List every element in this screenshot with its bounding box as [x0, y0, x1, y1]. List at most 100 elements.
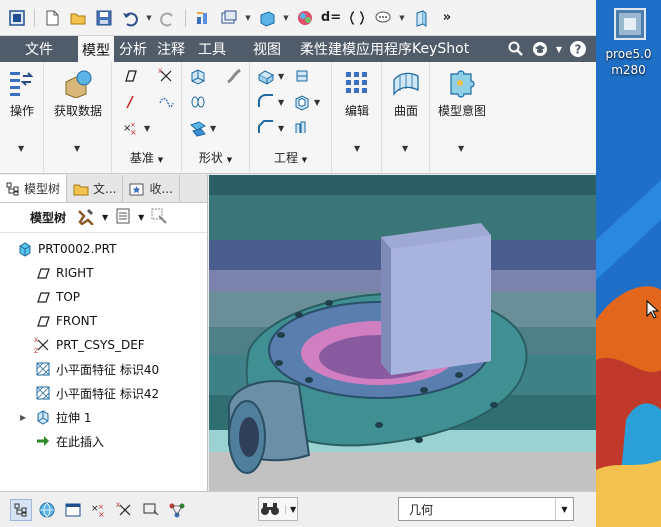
plane-icon[interactable] — [120, 66, 140, 86]
window-icon[interactable] — [6, 7, 28, 29]
engineering-group-label[interactable]: 工程 ▼ — [250, 149, 331, 166]
regenerate-icon[interactable] — [192, 7, 214, 29]
chevron-down-icon[interactable]: ▼ — [555, 498, 573, 520]
tree-node-csys[interactable]: XZ PRT_CSYS_DEF — [0, 333, 207, 357]
model-tree-toggle-icon[interactable] — [10, 498, 32, 521]
chevron-down-icon[interactable]: ▼ — [398, 7, 406, 29]
round-icon[interactable] — [256, 92, 276, 112]
chevron-down-icon[interactable]: ▼ — [278, 98, 284, 107]
chevron-down-icon[interactable]: ▼ — [314, 98, 320, 107]
svg-text:X: X — [158, 68, 162, 75]
rib-icon[interactable] — [292, 118, 312, 138]
undo-icon[interactable] — [119, 7, 141, 29]
blend-icon[interactable] — [188, 118, 208, 138]
chevron-down-icon[interactable]: ▼ — [278, 124, 284, 133]
revolve-icon[interactable] — [188, 92, 208, 112]
expand-arrow-icon[interactable]: ▶ — [20, 413, 26, 422]
chevron-down-icon[interactable]: ▼ — [554, 39, 564, 59]
tab-annotate[interactable]: 注释 — [152, 36, 190, 62]
find-button[interactable]: ▼ — [258, 497, 298, 521]
tree-node-part[interactable]: PRT0002.PRT — [0, 237, 207, 261]
axis-icon[interactable] — [120, 92, 140, 112]
relations-icon[interactable]: d= — [320, 7, 342, 29]
csys-icon[interactable]: X — [156, 66, 176, 86]
sweep-icon[interactable] — [224, 66, 244, 86]
tab-keyshot[interactable]: KeyShot — [412, 36, 469, 62]
tree-node-front[interactable]: FRONT — [0, 309, 207, 333]
surfaces-button[interactable]: 曲面 — [388, 68, 424, 119]
chevron-down-icon[interactable]: ▼ — [210, 124, 216, 133]
chevron-down-icon[interactable]: ▼ — [102, 213, 108, 222]
graduation-cap-icon[interactable] — [530, 39, 550, 59]
selection-filter-select[interactable]: 几何 ▼ — [398, 497, 574, 521]
shapes-group-label[interactable]: 形状 ▼ — [182, 149, 249, 166]
proe-shortcut-label[interactable]: proe5.0 m280 — [596, 46, 661, 78]
model-intent-button[interactable]: 模型意图 — [434, 68, 490, 119]
tab-flexible-modeling[interactable]: 柔性建模 — [286, 36, 356, 62]
parameters-icon[interactable] — [346, 7, 368, 29]
chevron-down-icon[interactable]: ▼ — [18, 144, 24, 153]
proe-shortcut-icon[interactable] — [614, 8, 646, 40]
tab-analysis[interactable]: 分析 — [114, 36, 152, 62]
edit-button[interactable]: 编辑 — [340, 68, 374, 119]
tree-node-facet-42[interactable]: 小平面特征 标识42 — [0, 381, 207, 405]
tree-node-extrude[interactable]: ▶ 拉伸 1 — [0, 405, 207, 429]
draft-icon[interactable] — [292, 66, 312, 86]
more-tools-icon[interactable]: » — [436, 7, 458, 29]
menu-bar: 文件 模型 分析 注释 工具 视图 柔性建模 应用程序 KeyShot ▼ ? — [0, 36, 596, 62]
chevron-down-icon[interactable]: ▼ — [74, 144, 80, 153]
tree-node-insert-here[interactable]: 在此插入 — [0, 429, 207, 453]
full-screen-icon[interactable] — [62, 499, 84, 521]
new-file-icon[interactable] — [41, 7, 63, 29]
tab-tools[interactable]: 工具 — [190, 36, 231, 62]
view-orientation-icon[interactable] — [256, 7, 278, 29]
tab-folder-browser[interactable]: 文... — [67, 175, 124, 202]
filter-tree-icon[interactable] — [150, 207, 168, 228]
tab-model-tree[interactable]: 模型树 — [0, 175, 68, 202]
redo-icon[interactable] — [157, 7, 179, 29]
tab-applications[interactable]: 应用程序 — [356, 36, 412, 62]
settings-tools-icon[interactable] — [76, 207, 96, 228]
tab-file[interactable]: 文件 — [0, 36, 78, 62]
tree-node-top[interactable]: TOP — [0, 285, 207, 309]
chamfer-icon[interactable] — [256, 118, 276, 138]
tab-favorites[interactable]: 收... — [123, 175, 180, 202]
chevron-down-icon[interactable]: ▼ — [145, 7, 153, 29]
chevron-down-icon[interactable]: ▼ — [144, 124, 150, 133]
chevron-down-icon[interactable]: ▼ — [278, 72, 284, 81]
chevron-down-icon[interactable]: ▼ — [354, 144, 360, 153]
tree-node-right[interactable]: RIGHT — [0, 261, 207, 285]
csys-display-icon[interactable]: X — [114, 499, 136, 521]
chevron-down-icon[interactable]: ▼ — [282, 7, 290, 29]
extrude-icon[interactable] — [188, 66, 208, 86]
appearance-icon[interactable] — [294, 7, 316, 29]
windows-icon[interactable] — [218, 7, 240, 29]
datum-group-label[interactable]: 基准 ▼ — [112, 149, 181, 166]
search-icon[interactable] — [506, 39, 526, 59]
network-icon[interactable] — [166, 499, 188, 521]
chevron-down-icon[interactable]: ▼ — [402, 144, 408, 153]
chevron-down-icon[interactable]: ▼ — [285, 504, 296, 514]
get-data-button[interactable]: 获取数据 — [54, 68, 102, 119]
point-icon[interactable]: × × × — [120, 118, 140, 138]
tree-node-facet-40[interactable]: 小平面特征 标识40 — [0, 357, 207, 381]
save-icon[interactable] — [93, 7, 115, 29]
shell-icon[interactable] — [292, 92, 312, 112]
tab-view[interactable]: 视图 — [231, 36, 286, 62]
box-icon[interactable] — [410, 7, 432, 29]
show-list-icon[interactable] — [114, 207, 132, 228]
open-folder-icon[interactable] — [67, 7, 89, 29]
tab-model[interactable]: 模型 — [78, 36, 114, 62]
chevron-down-icon[interactable]: ▼ — [244, 7, 252, 29]
chevron-down-icon[interactable]: ▼ — [138, 213, 144, 222]
plane-display-icon[interactable] — [140, 499, 162, 521]
browser-globe-icon[interactable] — [36, 499, 58, 521]
sketch-datum-icon[interactable] — [156, 92, 176, 112]
help-icon[interactable]: ? — [568, 39, 588, 59]
datum-point-display-icon[interactable]: × × × — [88, 499, 110, 521]
chevron-down-icon[interactable]: ▼ — [458, 144, 464, 153]
comment-icon[interactable] — [372, 7, 394, 29]
graphics-viewport[interactable] — [209, 175, 596, 491]
operations-button[interactable]: 操作 — [6, 68, 38, 119]
hole-icon[interactable] — [256, 66, 276, 86]
